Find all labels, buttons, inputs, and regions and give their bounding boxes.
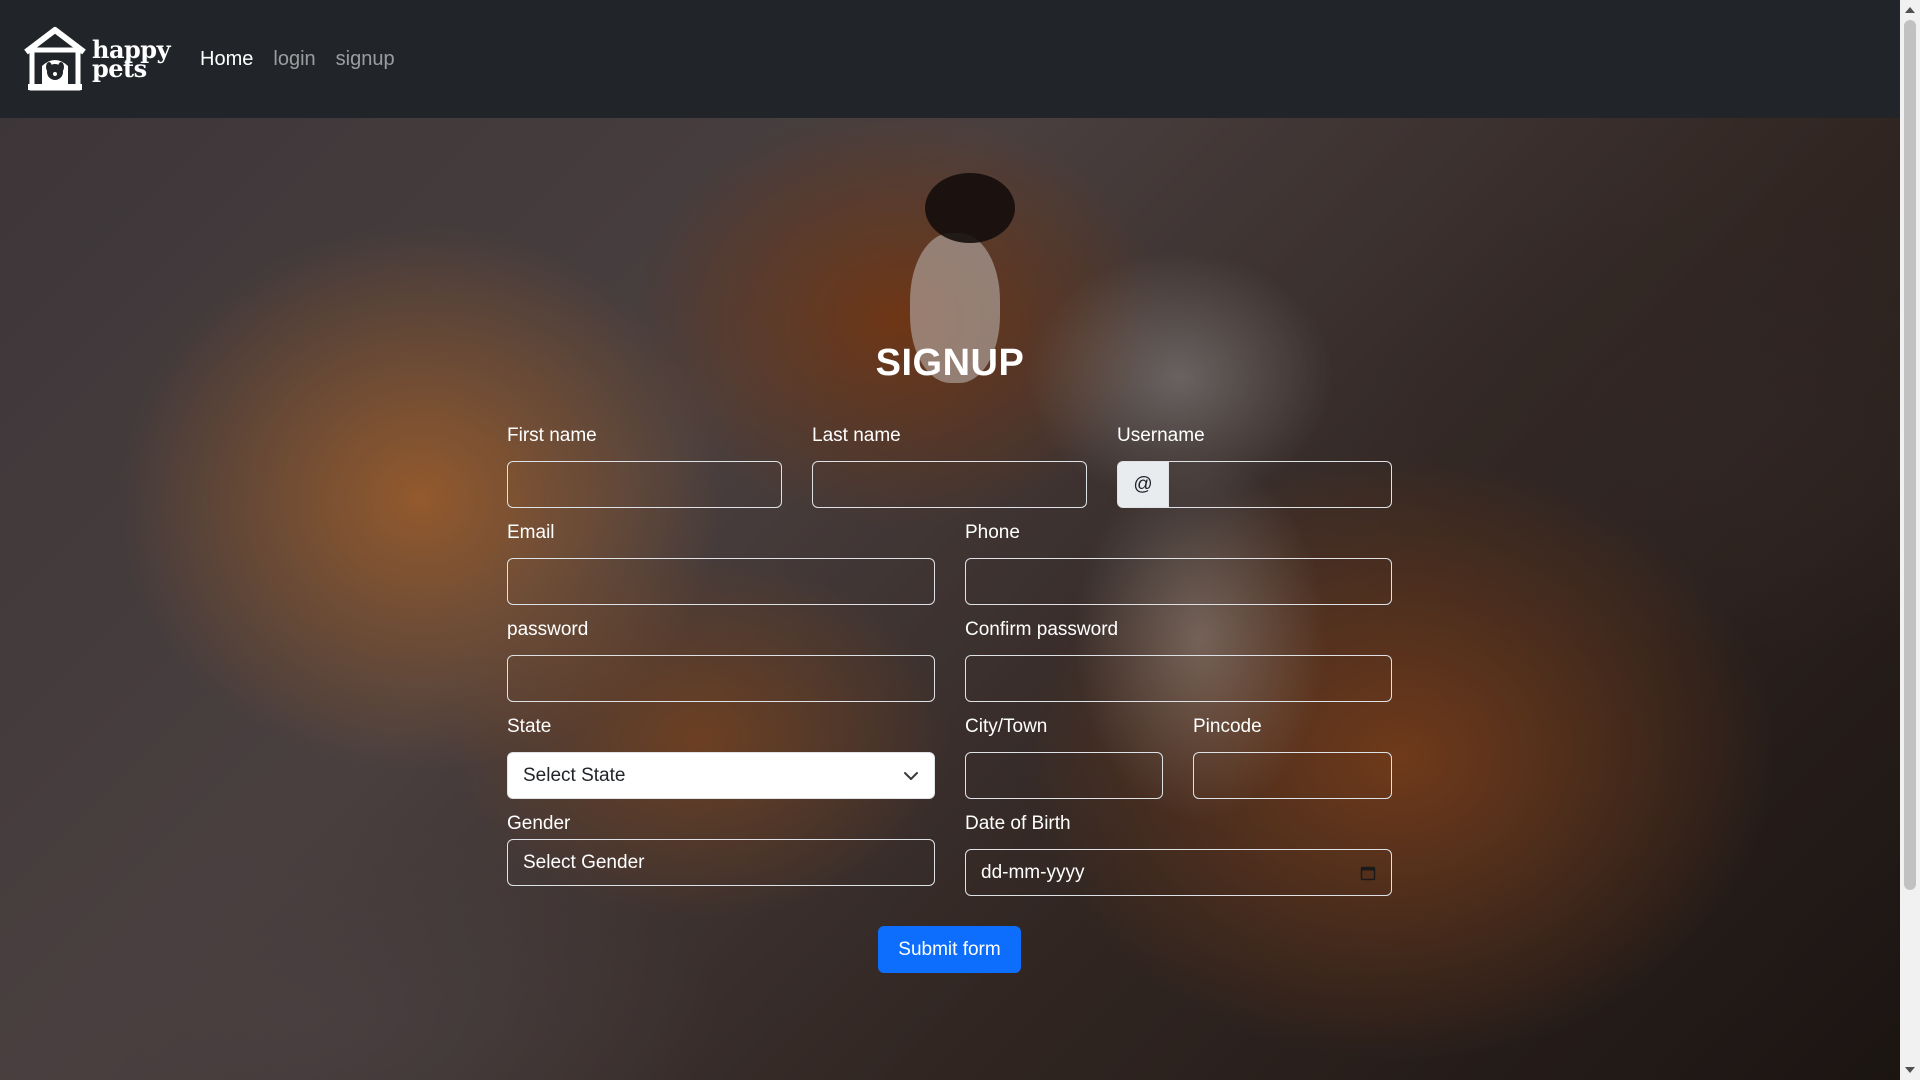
phone-label: Phone xyxy=(965,522,1020,543)
nav-links: Home login signup xyxy=(200,48,415,71)
dob-placeholder: dd-mm-yyyy xyxy=(981,861,1085,883)
username-label: Username xyxy=(1117,425,1205,446)
nav-link-home[interactable]: Home xyxy=(200,48,253,71)
city-label: City/Town xyxy=(965,716,1048,737)
scroll-up-arrow-icon[interactable] xyxy=(1905,7,1915,13)
dob-input[interactable]: dd-mm-yyyy xyxy=(965,849,1392,896)
first-name-input[interactable] xyxy=(507,461,782,508)
dob-label: Date of Birth xyxy=(965,813,1071,834)
state-select[interactable]: Select State xyxy=(507,752,935,799)
nav-link-login[interactable]: login xyxy=(273,48,315,71)
brand-line-2: pets xyxy=(92,54,147,83)
brand-logo[interactable]: happy pets xyxy=(22,24,171,94)
city-input[interactable] xyxy=(965,752,1163,799)
chevron-down-icon xyxy=(904,771,918,780)
confirm-password-input[interactable] xyxy=(965,655,1392,702)
scroll-thumb[interactable] xyxy=(1904,20,1916,890)
scroll-down-arrow-icon[interactable] xyxy=(1905,1067,1915,1073)
nav-link-signup[interactable]: signup xyxy=(336,48,395,71)
page-scrollbar[interactable] xyxy=(1900,0,1920,1080)
page-title: SIGNUP xyxy=(875,342,1025,384)
pincode-input[interactable] xyxy=(1193,752,1392,799)
phone-input[interactable] xyxy=(965,558,1392,605)
state-select-value: Select State xyxy=(523,764,626,786)
first-name-label: First name xyxy=(507,425,597,446)
navbar: happy pets Home login signup xyxy=(0,0,1900,118)
email-label: Email xyxy=(507,522,555,543)
brand-text: happy pets xyxy=(92,37,171,83)
last-name-label: Last name xyxy=(812,425,901,446)
last-name-input[interactable] xyxy=(812,461,1087,508)
submit-form-button[interactable]: Submit form xyxy=(878,926,1021,973)
username-input[interactable] xyxy=(1169,461,1392,508)
password-input[interactable] xyxy=(507,655,935,702)
email-input[interactable] xyxy=(507,558,935,605)
username-prefix: @ xyxy=(1117,461,1169,508)
confirm-password-label: Confirm password xyxy=(965,619,1119,640)
pincode-label: Pincode xyxy=(1193,716,1262,737)
gender-select-value: Select Gender xyxy=(523,851,645,873)
calendar-icon[interactable] xyxy=(1360,865,1376,881)
gender-select[interactable]: Select Gender xyxy=(507,839,935,886)
gender-label: Gender xyxy=(507,813,571,834)
dog-house-icon xyxy=(24,27,86,91)
password-label: password xyxy=(507,619,589,640)
state-label: State xyxy=(507,716,552,737)
